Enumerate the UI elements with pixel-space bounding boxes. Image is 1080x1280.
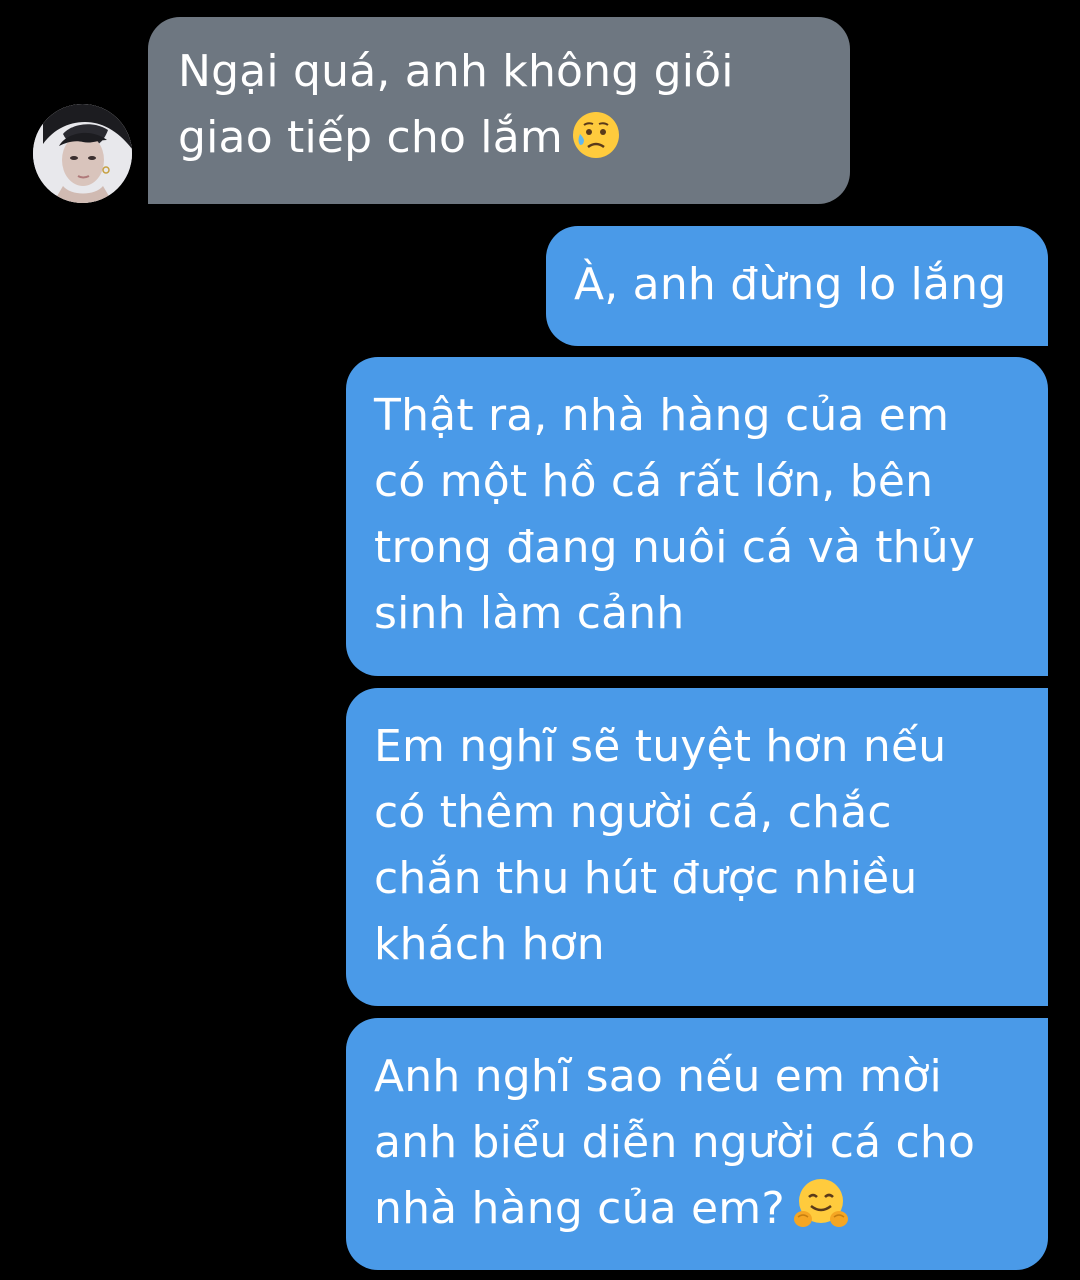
message-text: Thật ra, nhà hàng của em có một hồ cá rấ… <box>374 390 976 639</box>
message-text: Anh nghĩ sao nếu em mời anh biểu diễn ng… <box>374 1051 976 1234</box>
message-text: Em nghĩ sẽ tuyệt hơn nếu có thêm người c… <box>374 721 947 970</box>
avatar-photo-icon <box>33 104 132 203</box>
message-bubble-outgoing[interactable]: Anh nghĩ sao nếu em mời anh biểu diễn ng… <box>346 1018 1048 1270</box>
message-bubble-outgoing[interactable]: À, anh đừng lo lắng <box>546 226 1048 346</box>
message-bubble-outgoing[interactable]: Thật ra, nhà hàng của em có một hồ cá rấ… <box>346 357 1048 676</box>
contact-avatar[interactable] <box>33 104 132 203</box>
message-bubble-outgoing[interactable]: Em nghĩ sẽ tuyệt hơn nếu có thêm người c… <box>346 688 1048 1006</box>
hugging-face-icon <box>793 1177 848 1227</box>
message-bubble-incoming[interactable]: Ngại quá, anh không giỏi giao tiếp cho l… <box>148 17 850 204</box>
message-text: À, anh đừng lo lắng <box>574 259 1007 310</box>
sad-but-relieved-face-icon <box>571 110 621 160</box>
message-text: Ngại quá, anh không giỏi giao tiếp cho l… <box>178 46 734 163</box>
